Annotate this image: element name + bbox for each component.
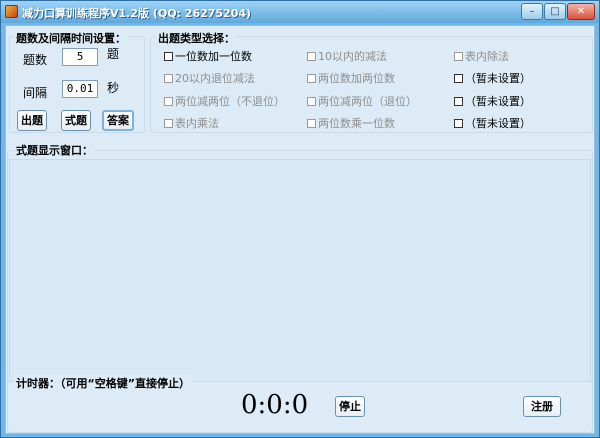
- interval-unit: 秒: [107, 81, 120, 95]
- checkbox-icon: [454, 74, 463, 83]
- type-label: 20以内退位减法: [175, 72, 255, 85]
- checkbox-icon: [164, 52, 173, 61]
- app-icon: [5, 5, 18, 18]
- count-label: 题数: [23, 53, 48, 67]
- type-checkbox[interactable]: （暂未设置）: [454, 72, 531, 86]
- type-label: 两位减两位（退位）: [318, 95, 417, 108]
- type-checkbox[interactable]: 两位数乘一位数: [307, 117, 395, 131]
- type-checkbox[interactable]: 两位数加两位数: [307, 72, 395, 86]
- type-label: 表内乘法: [175, 117, 219, 130]
- type-checkbox[interactable]: 20以内退位减法: [164, 72, 255, 86]
- type-checkbox[interactable]: 两位减两位（不退位）: [164, 95, 285, 109]
- timer-readout: 0:0:0: [241, 390, 309, 420]
- checkbox-icon: [164, 97, 173, 106]
- count-unit: 题: [107, 47, 120, 61]
- type-label: （暂未设置）: [465, 117, 531, 130]
- display-group-label: 式题显示窗口：: [14, 142, 95, 158]
- checkbox-icon: [164, 74, 173, 83]
- question-display-area: [9, 159, 591, 385]
- type-checkbox[interactable]: （暂未设置）: [454, 95, 531, 109]
- title-bar[interactable]: 减力口算训练程序V1.2版 (QQ: 26275204) – □ ✕: [1, 1, 599, 23]
- count-input[interactable]: 5: [62, 48, 98, 66]
- answer-button[interactable]: 答案: [102, 110, 134, 131]
- type-group-label: 出题类型选择：: [156, 30, 237, 46]
- checkbox-icon: [307, 74, 316, 83]
- interval-input[interactable]: 0.01: [62, 80, 98, 98]
- client-area: 题数及间隔时间设置： 题数 5 题 间隔 0.01 秒 出题 式题 答案 出题类…: [5, 25, 595, 434]
- type-checkbox[interactable]: 一位数加一位数: [164, 50, 252, 64]
- type-label: 10以内的减法: [318, 50, 387, 63]
- timer-group-label: 计时器：（可用“空格键”直接停止）: [14, 375, 192, 391]
- type-label: 两位减两位（不退位）: [175, 95, 285, 108]
- settings-group-label: 题数及间隔时间设置：: [14, 30, 128, 46]
- checkbox-icon: [454, 97, 463, 106]
- type-checkbox[interactable]: 10以内的减法: [307, 50, 387, 64]
- type-checkbox[interactable]: （暂未设置）: [454, 117, 531, 131]
- maximize-button[interactable]: □: [544, 3, 566, 20]
- stop-button[interactable]: 停止: [335, 396, 365, 417]
- checkbox-icon: [307, 119, 316, 128]
- checkbox-icon: [454, 119, 463, 128]
- close-button[interactable]: ✕: [567, 3, 595, 20]
- type-checkbox[interactable]: 表内除法: [454, 50, 509, 64]
- interval-label: 间隔: [23, 86, 48, 100]
- app-window: 减力口算训练程序V1.2版 (QQ: 26275204) – □ ✕ 题数及间隔…: [0, 0, 600, 438]
- checkbox-icon: [307, 97, 316, 106]
- window-title: 减力口算训练程序V1.2版 (QQ: 26275204): [22, 7, 252, 20]
- type-label: 两位数乘一位数: [318, 117, 395, 130]
- checkbox-icon: [307, 52, 316, 61]
- checkbox-icon: [164, 119, 173, 128]
- checkbox-icon: [454, 52, 463, 61]
- type-label: 两位数加两位数: [318, 72, 395, 85]
- minimize-button[interactable]: –: [521, 3, 543, 20]
- type-label: （暂未设置）: [465, 72, 531, 85]
- type-label: 一位数加一位数: [175, 50, 252, 63]
- formula-button[interactable]: 式题: [61, 110, 91, 131]
- register-button[interactable]: 注册: [523, 396, 561, 417]
- type-label: （暂未设置）: [465, 95, 531, 108]
- issue-button[interactable]: 出题: [17, 110, 47, 131]
- type-checkbox[interactable]: 两位减两位（退位）: [307, 95, 417, 109]
- type-checkbox[interactable]: 表内乘法: [164, 117, 219, 131]
- type-label: 表内除法: [465, 50, 509, 63]
